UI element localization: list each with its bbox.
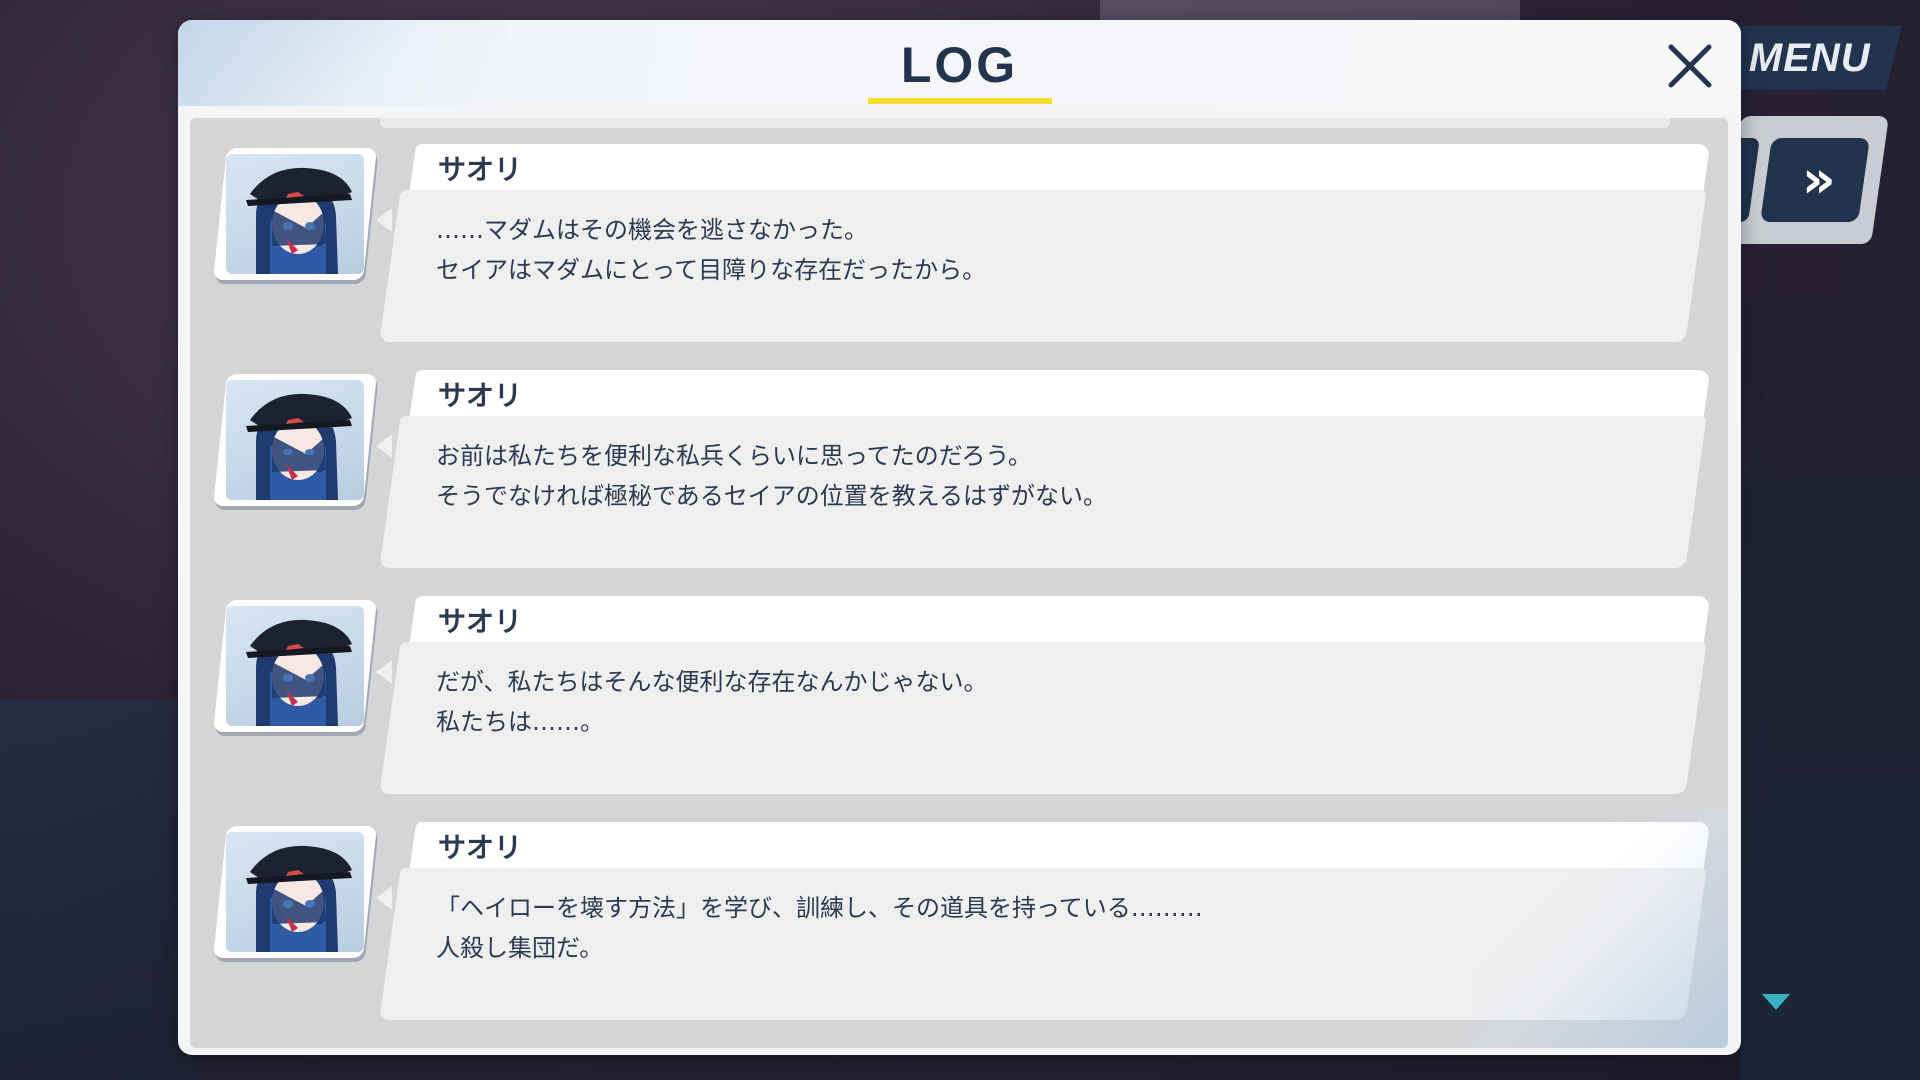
log-header: LOG (178, 20, 1741, 106)
menu-label: MENU (1749, 35, 1871, 80)
character-portrait (246, 845, 352, 952)
speaker-name: サオリ (438, 379, 523, 412)
title-underline (868, 98, 1052, 104)
background-decoration (0, 700, 200, 1080)
character-portrait (246, 167, 352, 274)
message-line: だが、私たちはそんな便利な存在なんかじゃない。 (436, 668, 988, 696)
fast-forward-button[interactable]: » (1760, 138, 1870, 222)
message-text: だが、私たちはそんな便利な存在なんかじゃない。 私たちは……。 (436, 662, 1616, 742)
message-line: 「ヘイローを壊す方法」を学び、訓練し、その道具を持っている……… (436, 894, 1203, 922)
close-icon (1668, 44, 1712, 88)
log-scroll-area[interactable]: サオリ ……マダムはその機会を逃さなかった。 セイアはマダムにとって目障りな存在… (190, 118, 1728, 1048)
avatar (213, 826, 377, 958)
avatar (213, 148, 377, 280)
message-line: 人殺し集団だ。 (436, 934, 604, 962)
speaker-name: サオリ (438, 153, 523, 186)
menu-button[interactable]: MENU (1718, 26, 1902, 90)
log-entry: サオリ お前は私たちを便利な私兵くらいに思ってたのだろう。 そうでなければ極秘で… (190, 366, 1728, 576)
message-line: 私たちは……。 (436, 708, 604, 736)
scroll-down-icon[interactable] (1762, 994, 1790, 1010)
corner-decoration (1468, 808, 1728, 1048)
message-text: お前は私たちを便利な私兵くらいに思ってたのだろう。 そうでなければ極秘であるセイ… (436, 436, 1616, 516)
bubble-tail (376, 660, 392, 684)
avatar (213, 600, 377, 732)
log-panel: LOG サオリ ……マダムはその機会を逃さなかった。 セイアはマダムにとって目障… (178, 20, 1741, 1055)
character-portrait (246, 619, 352, 726)
message-line: お前は私たちを便利な私兵くらいに思ってたのだろう。 (436, 442, 1032, 470)
background-decoration (1740, 300, 1920, 1080)
message-line: そうでなければ極秘であるセイアの位置を教えるはずがない。 (436, 482, 1108, 510)
previous-entry-edge (380, 118, 1670, 128)
log-entry: サオリ ……マダムはその機会を逃さなかった。 セイアはマダムにとって目障りな存在… (190, 140, 1728, 350)
close-button[interactable] (1658, 34, 1722, 98)
log-entry: サオリ だが、私たちはそんな便利な存在なんかじゃない。 私たちは……。 (190, 592, 1728, 802)
speaker-name: サオリ (438, 831, 523, 864)
message-line: セイアはマダムにとって目障りな存在だったから。 (436, 256, 987, 284)
character-portrait (246, 393, 352, 500)
log-title: LOG (900, 37, 1019, 93)
avatar (213, 374, 377, 506)
bubble-tail (376, 886, 392, 910)
bubble-tail (376, 434, 392, 458)
message-text: 「ヘイローを壊す方法」を学び、訓練し、その道具を持っている……… 人殺し集団だ。 (436, 888, 1616, 968)
fast-forward-icon: » (1802, 150, 1828, 210)
bubble-tail (376, 208, 392, 232)
message-line: ……マダムはその機会を逃さなかった。 (436, 216, 868, 244)
speaker-name: サオリ (438, 605, 523, 638)
message-text: ……マダムはその機会を逃さなかった。 セイアはマダムにとって目障りな存在だったか… (436, 210, 1616, 290)
